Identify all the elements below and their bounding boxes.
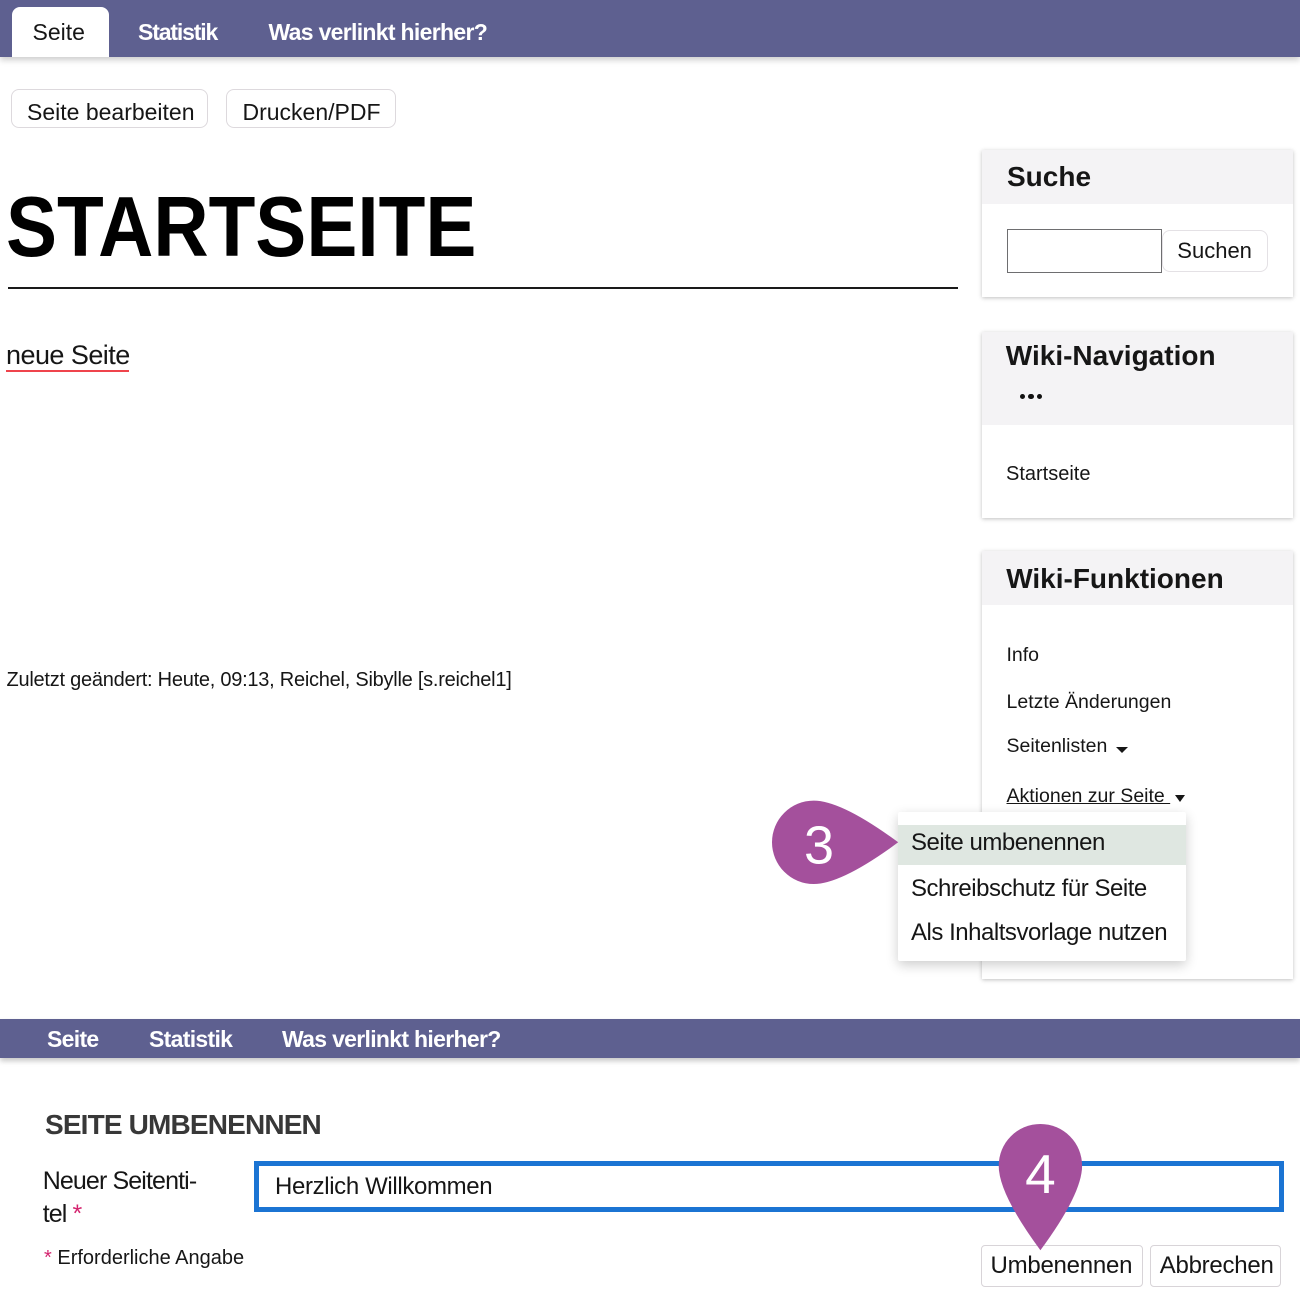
- svg-text:4: 4: [1025, 1143, 1056, 1205]
- svg-text:3: 3: [804, 816, 834, 876]
